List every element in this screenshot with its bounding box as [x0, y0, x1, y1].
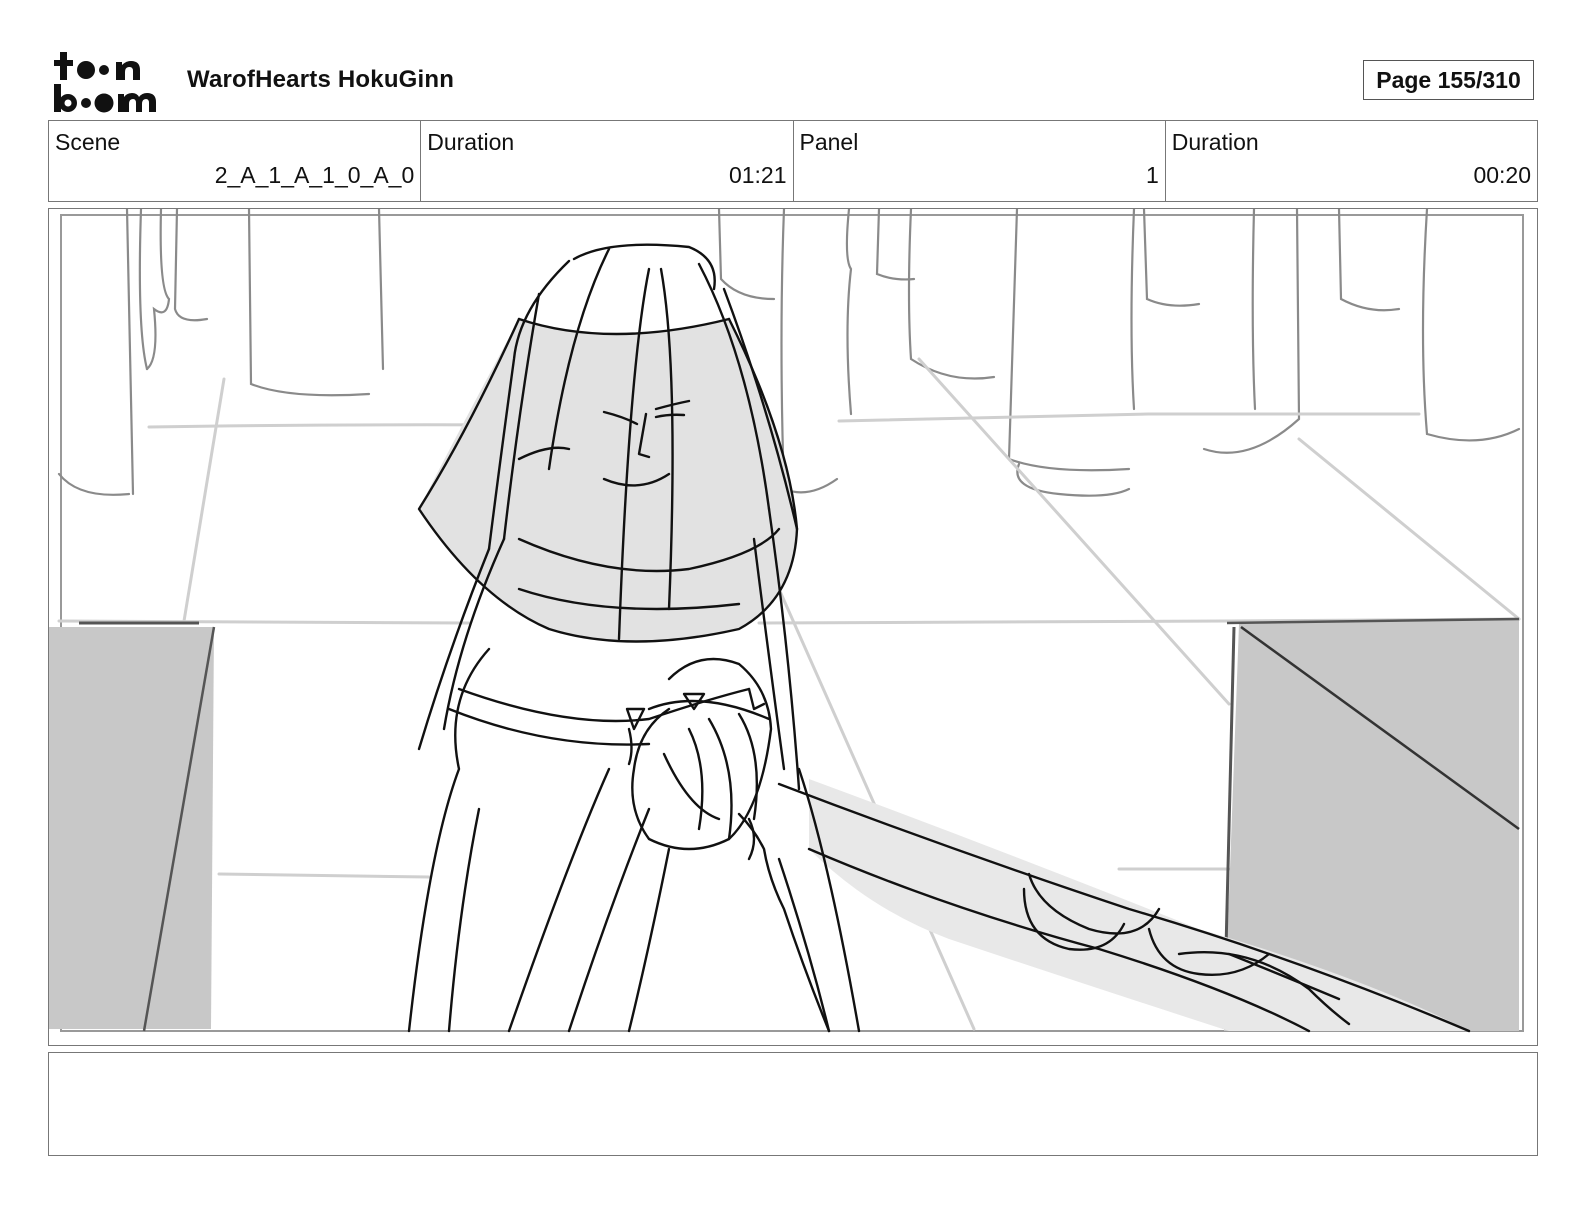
panel-caption-box — [48, 1052, 1538, 1156]
scene-value: 2_A_1_A_1_0_A_0 — [214, 162, 415, 188]
scene-duration-label: Duration — [427, 129, 515, 155]
toonboom-logo-icon — [54, 52, 156, 113]
panel-cell: Panel 1 — [792, 121, 1165, 201]
scene-duration-cell: Duration 01:21 — [420, 121, 792, 201]
scene-label: Scene — [55, 129, 121, 155]
page-indicator: Page 155/310 — [1363, 60, 1534, 100]
panel-label: Panel — [799, 129, 859, 155]
scene-duration-value: 01:21 — [728, 162, 787, 188]
panel-value: 1 — [1145, 162, 1159, 188]
panel-duration-label: Duration — [1171, 129, 1259, 155]
storyboard-sketch-icon — [49, 209, 1524, 1033]
scene-cell: Scene 2_A_1_A_1_0_A_0 — [49, 121, 420, 201]
storyboard-panel — [48, 208, 1538, 1046]
project-title: WarofHearts HokuGinn — [187, 66, 455, 93]
panel-duration-value: 00:20 — [1473, 162, 1531, 188]
panel-duration-cell: Duration 00:20 — [1164, 121, 1537, 201]
panel-info-row: Scene 2_A_1_A_1_0_A_0 Duration 01:21 Pan… — [48, 120, 1538, 202]
